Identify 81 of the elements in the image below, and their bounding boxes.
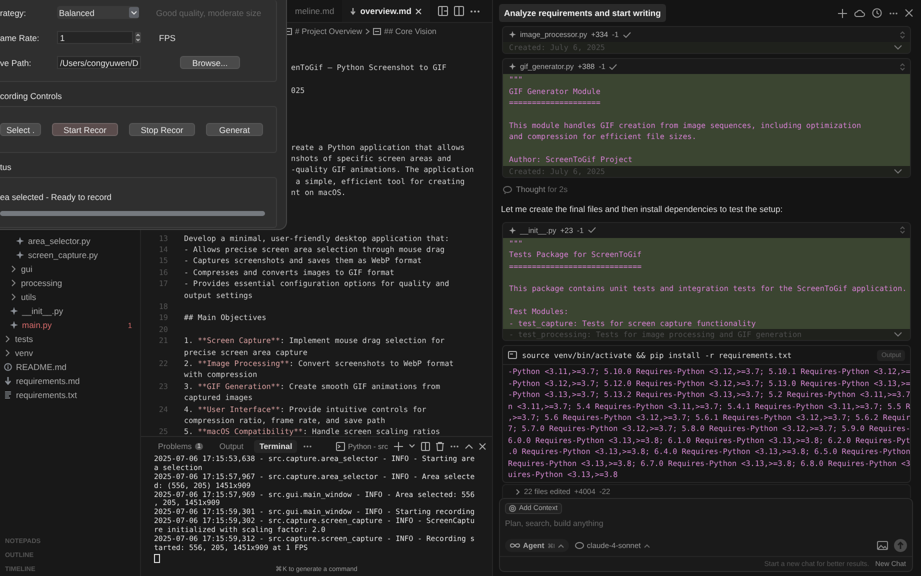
save-path-field[interactable]: /Users/congyuwen/D xyxy=(57,56,141,69)
columns-icon[interactable] xyxy=(454,6,464,16)
more-icon[interactable] xyxy=(450,444,459,448)
prompt-field[interactable]: Plan, search, build anything xyxy=(505,517,907,530)
history-icon[interactable] xyxy=(872,8,882,18)
close-icon[interactable] xyxy=(479,442,486,450)
section-icon xyxy=(373,28,382,34)
chat-message: Let me create the final files and then install dependencies to test the setup: xyxy=(500,202,784,216)
close-icon[interactable] xyxy=(415,8,422,14)
at-icon xyxy=(509,505,516,512)
file-item[interactable]: requirements.txt xyxy=(0,388,140,402)
more-icon[interactable] xyxy=(889,12,898,14)
folder-item[interactable]: venv xyxy=(0,346,140,360)
group-title: tus xyxy=(0,161,12,174)
terminal-icon xyxy=(336,442,345,450)
columns-icon[interactable] xyxy=(421,442,430,450)
browse-button[interactable]: Browse... xyxy=(180,56,240,69)
file-item[interactable]: requirements.md xyxy=(0,374,140,388)
frame-rate-field[interactable]: 1 xyxy=(57,31,133,44)
field-label: ve Path: xyxy=(0,58,32,68)
recording-button[interactable]: Generat xyxy=(206,123,263,136)
chevron-icon xyxy=(516,488,520,494)
terminal-cursor xyxy=(154,554,160,563)
plus-icon[interactable] xyxy=(838,8,847,18)
chevron-up-icon xyxy=(558,544,564,548)
file-item[interactable]: __init__.py xyxy=(0,304,140,318)
folder-item[interactable]: tests xyxy=(0,332,140,346)
chevron-icon xyxy=(365,28,370,34)
status-text: ea selected - Ready to record xyxy=(0,191,113,202)
file-item[interactable]: area_selector.py xyxy=(0,234,140,248)
file-item[interactable]: screen_capture.py xyxy=(0,248,140,262)
image-icon[interactable] xyxy=(877,541,888,550)
chat-bubble-icon xyxy=(574,542,584,550)
plus-icon[interactable] xyxy=(394,442,403,450)
field-label: rategy: xyxy=(0,8,27,18)
folder-item[interactable]: utils xyxy=(0,290,140,304)
check-icon xyxy=(609,64,618,70)
panel-tab[interactable]: Terminal xyxy=(254,440,298,452)
folder-item[interactable]: gui xyxy=(0,262,140,276)
arrow-down-icon xyxy=(350,8,356,14)
file-item[interactable]: README.md xyxy=(0,360,140,374)
info-icon xyxy=(4,363,12,371)
chevron-up-icon xyxy=(644,544,650,548)
group-title: cording Controls xyxy=(0,90,63,103)
trash-icon[interactable] xyxy=(436,442,444,450)
infinity-icon xyxy=(510,543,520,548)
chevron-down-icon[interactable] xyxy=(894,332,902,338)
editor-tab[interactable]: overview.md xyxy=(342,0,430,22)
chevron-down-icon[interactable] xyxy=(409,444,415,448)
chevron-down-icon[interactable] xyxy=(894,45,902,50)
more-icon[interactable] xyxy=(303,444,312,448)
more-icon[interactable] xyxy=(470,10,480,12)
unit-label: FPS xyxy=(159,32,176,42)
split-icon[interactable] xyxy=(438,6,448,16)
field-label: ame Rate: xyxy=(0,32,40,42)
terminal-icon xyxy=(508,351,517,360)
chevron-up-icon[interactable] xyxy=(465,444,473,448)
text-file-icon xyxy=(4,391,12,399)
chat-tab[interactable]: Analyze requirements and start writing xyxy=(499,4,666,22)
breadcrumb-item[interactable]: # Project Overview xyxy=(295,26,362,36)
recording-button[interactable]: Start Recor xyxy=(52,123,118,136)
close-icon[interactable] xyxy=(905,9,913,17)
arrow-down-icon xyxy=(4,377,12,385)
editor-tab[interactable]: meline.md xyxy=(287,0,342,22)
chevron-down-icon xyxy=(129,7,139,18)
cloud-icon[interactable] xyxy=(854,9,865,17)
file-icon xyxy=(509,63,516,70)
stepper-icon[interactable] xyxy=(135,32,141,43)
check-icon xyxy=(622,32,631,38)
file-icon xyxy=(509,226,516,234)
folder-item[interactable]: processing xyxy=(0,276,140,290)
thought-icon xyxy=(503,186,512,194)
strategy-dropdown[interactable]: Balanced xyxy=(57,6,139,19)
check-icon xyxy=(588,227,596,234)
recording-button[interactable]: Stop Recor xyxy=(129,123,195,136)
panel-tab[interactable]: Output xyxy=(214,440,248,452)
recording-button[interactable]: Select . xyxy=(0,123,41,136)
chevron-down-icon[interactable] xyxy=(894,168,902,174)
thought-label[interactable]: Thought for 2s xyxy=(516,185,568,194)
breadcrumb-item[interactable]: ## Core Vision xyxy=(384,26,436,36)
file-icon xyxy=(509,31,516,38)
